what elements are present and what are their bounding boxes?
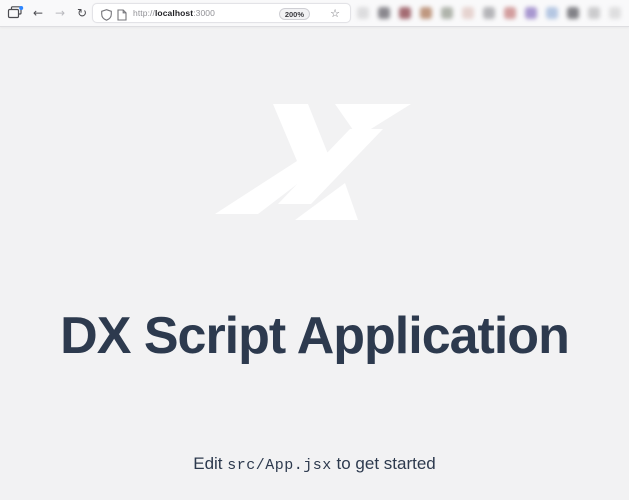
reload-button[interactable]: ↻	[73, 0, 91, 26]
extension-icon[interactable]	[483, 7, 495, 19]
extension-icon[interactable]	[504, 7, 516, 19]
tracking-protection-shield-icon[interactable]	[101, 8, 112, 26]
extension-icons	[357, 7, 621, 20]
extension-icon[interactable]	[588, 7, 600, 19]
page-title: DX Script Application	[0, 303, 629, 371]
extension-icon[interactable]	[399, 7, 411, 19]
subtext-prefix: Edit	[193, 454, 227, 473]
zoom-level-badge[interactable]: 200%	[279, 8, 310, 20]
dx-logo-watermark	[215, 104, 412, 222]
subtext-code-path: src/App.jsx	[227, 457, 332, 474]
browser-toolbar: ← → ↻ http://localhost:3000 200% ☆	[0, 0, 629, 27]
browser-window: ← → ↻ http://localhost:3000 200% ☆	[0, 0, 629, 500]
extension-icon[interactable]	[462, 7, 474, 19]
extension-icon[interactable]	[441, 7, 453, 19]
url-host: localhost	[155, 8, 193, 18]
extension-icon[interactable]	[609, 7, 621, 19]
extension-icon[interactable]	[378, 7, 390, 19]
extension-icon[interactable]	[546, 7, 558, 19]
subtext-suffix: to get started	[332, 454, 436, 473]
bookmark-star-icon[interactable]: ☆	[328, 4, 342, 24]
extension-icon[interactable]	[420, 7, 432, 19]
forward-button[interactable]: →	[51, 0, 69, 26]
url-text: http://localhost:3000	[133, 4, 215, 22]
getting-started-text: Edit src/App.jsx to get started	[0, 452, 629, 478]
address-bar[interactable]: http://localhost:3000 200% ☆	[92, 3, 351, 23]
back-button[interactable]: ←	[29, 0, 47, 26]
extension-icon[interactable]	[357, 7, 369, 19]
page-info-icon[interactable]	[117, 8, 127, 26]
tab-overview-icon[interactable]	[7, 6, 24, 20]
url-port: :3000	[193, 8, 215, 18]
extension-icon[interactable]	[525, 7, 537, 19]
url-scheme: http://	[133, 8, 155, 18]
web-page: DX Script Application Edit src/App.jsx t…	[0, 28, 629, 500]
extension-icon[interactable]	[567, 7, 579, 19]
